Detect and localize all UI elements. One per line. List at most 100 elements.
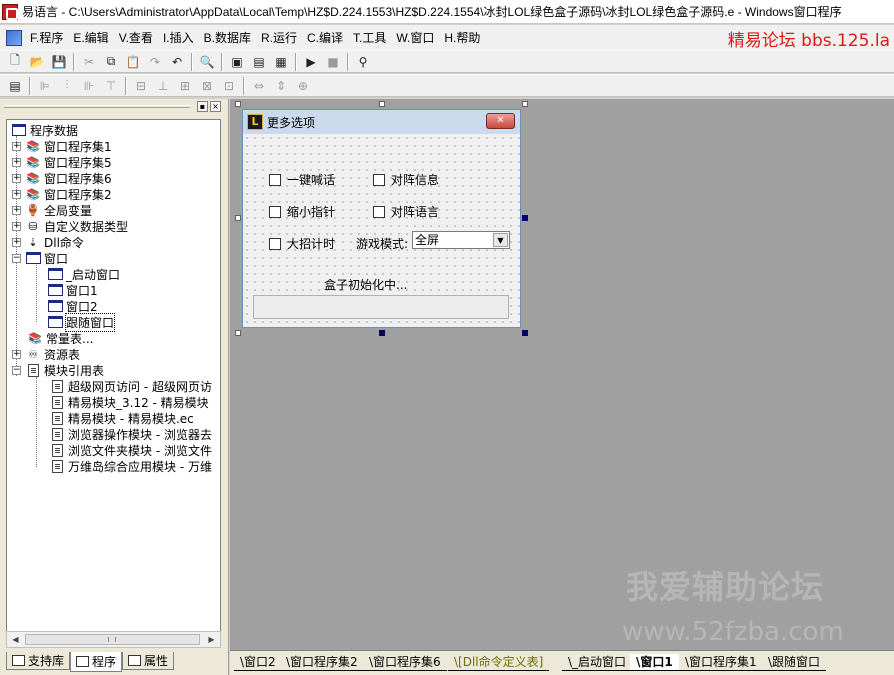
menu-database[interactable]: B.数据库 <box>200 29 257 46</box>
stop-icon[interactable]: ■ <box>322 52 344 72</box>
resize-handle[interactable] <box>235 101 241 107</box>
scroll-left-icon[interactable]: ◀ <box>8 633 23 646</box>
resize-handle[interactable] <box>522 330 528 336</box>
align-middle-icon[interactable]: ⊟ <box>130 76 152 96</box>
tab-support-library[interactable]: 支持库 <box>6 652 71 670</box>
scroll-thumb[interactable] <box>25 634 200 645</box>
tab-start-window[interactable]: _启动窗口 <box>562 654 633 671</box>
expand-icon[interactable]: + <box>12 349 21 359</box>
tree-item-module[interactable]: 精易模块_3.12 - 精易模块 <box>49 394 209 410</box>
tree-item-module[interactable]: 浏览文件夹模块 - 浏览文件 <box>49 442 212 458</box>
menu-compile[interactable]: C.编译 <box>303 29 349 46</box>
select-form-icon[interactable]: ▤ <box>4 76 26 96</box>
tree-item-assembly-2[interactable]: + 📚 窗口程序集2 <box>12 186 112 202</box>
game-mode-select[interactable]: 全屏 ▼ <box>412 231 510 249</box>
tree-item-constants[interactable]: 📚 常量表... <box>27 330 93 346</box>
same-height-icon[interactable]: ⊠ <box>196 76 218 96</box>
collapse-icon[interactable]: − <box>12 365 21 375</box>
tree-item-modules[interactable]: − 模块引用表 <box>12 362 104 378</box>
expand-icon[interactable]: + <box>12 205 21 215</box>
resize-handle[interactable] <box>235 215 241 221</box>
tree-item-start-window[interactable]: _启动窗口 <box>47 266 120 282</box>
align-bottom-icon[interactable]: ⊥ <box>152 76 174 96</box>
tree-item-dll[interactable]: + ⇣ Dll命令 <box>12 234 84 250</box>
layout-icon[interactable]: ▣ <box>226 52 248 72</box>
open-folder-icon[interactable]: 📂 <box>26 52 48 72</box>
tab-program[interactable]: 程序 <box>70 652 123 672</box>
checkbox-box[interactable] <box>269 173 281 186</box>
cut-icon[interactable]: ✂ <box>78 52 100 72</box>
same-size-icon[interactable]: ⊡ <box>218 76 240 96</box>
menu-insert[interactable]: I.插入 <box>159 29 200 46</box>
menu-run[interactable]: R.运行 <box>257 29 303 46</box>
checkbox-box[interactable] <box>269 205 281 218</box>
tree-item-module[interactable]: 精易模块 - 精易模块.ec <box>49 410 194 426</box>
align-left-icon[interactable]: ⊫ <box>34 76 56 96</box>
resize-handle[interactable] <box>379 101 385 107</box>
same-width-icon[interactable]: ⊞ <box>174 76 196 96</box>
tree-item-module[interactable]: 超级网页访问 - 超级网页访 <box>49 378 212 394</box>
tab-window-1[interactable]: 窗口1 <box>630 654 679 671</box>
panel-pin-icon[interactable]: ▪ <box>197 101 208 112</box>
align-right-icon[interactable]: ⊪ <box>78 76 100 96</box>
checkbox-shrink-pointer[interactable]: 缩小指针 <box>269 203 335 220</box>
tree-item-window-1[interactable]: 窗口1 <box>47 282 98 298</box>
tree-item-assembly-5[interactable]: + 📚 窗口程序集5 <box>12 154 112 170</box>
close-icon[interactable]: ✕ <box>486 113 515 129</box>
redo-icon[interactable]: ↷ <box>144 52 166 72</box>
panel-grip[interactable] <box>4 105 190 108</box>
binoculars-icon[interactable]: ⚲ <box>352 52 374 72</box>
tab-assembly-2[interactable]: 窗口程序集2 <box>280 654 364 671</box>
expand-icon[interactable]: + <box>12 157 21 167</box>
resize-handle[interactable] <box>522 101 528 107</box>
h-space-icon[interactable]: ⇔ <box>248 76 270 96</box>
tree-item-assembly-1[interactable]: + 📚 窗口程序集1 <box>12 138 112 154</box>
expand-icon[interactable]: + <box>12 237 21 247</box>
center-icon[interactable]: ⊕ <box>292 76 314 96</box>
tab-properties[interactable]: 属性 <box>122 652 175 670</box>
run-icon[interactable]: ▶ <box>300 52 322 72</box>
menu-window[interactable]: W.窗口 <box>392 29 440 46</box>
tree-item-custom-types[interactable]: + ⛁ 自定义数据类型 <box>12 218 128 234</box>
tree-item-module[interactable]: 浏览器操作模块 - 浏览器去 <box>49 426 212 442</box>
tab-dll-definitions[interactable]: [Dll命令定义表] <box>448 654 550 671</box>
tree-horizontal-scrollbar[interactable]: ◀ ▶ <box>6 631 221 648</box>
form-title-bar[interactable]: L 更多选项 ✕ <box>243 110 520 134</box>
tab-follow-window[interactable]: 跟随窗口 <box>762 654 827 671</box>
find-icon[interactable]: 🔍 <box>196 52 218 72</box>
tree-item-root[interactable]: 程序数据 <box>11 122 78 138</box>
paste-icon[interactable]: 📋 <box>122 52 144 72</box>
checkbox-box[interactable] <box>373 173 385 186</box>
resize-handle[interactable] <box>379 330 385 336</box>
align-center-icon[interactable]: ⫶ <box>56 76 78 96</box>
menu-program[interactable]: F.程序 <box>26 29 69 46</box>
menu-help[interactable]: H.帮助 <box>440 29 486 46</box>
checkbox-ult-timer[interactable]: 大招计时 <box>269 235 335 252</box>
checkbox-match-voice[interactable]: 对阵语言 <box>373 203 439 220</box>
tree-item-window-2[interactable]: 窗口2 <box>47 298 98 314</box>
tree-item-resources[interactable]: + ♾ 资源表 <box>12 346 80 362</box>
collapse-icon[interactable]: − <box>12 253 21 263</box>
checkbox-box[interactable] <box>269 237 281 250</box>
panel-close-icon[interactable]: × <box>210 101 221 112</box>
chevron-down-icon[interactable]: ▼ <box>493 233 508 247</box>
tree-item-windows[interactable]: − 窗口 <box>12 250 68 266</box>
resize-handle[interactable] <box>522 215 528 221</box>
tree-item-assembly-6[interactable]: + 📚 窗口程序集6 <box>12 170 112 186</box>
resize-handle[interactable] <box>235 330 241 336</box>
menu-edit[interactable]: E.编辑 <box>69 29 114 46</box>
new-file-icon[interactable]: 🗋 <box>4 52 26 72</box>
align-top-icon[interactable]: ⊤ <box>100 76 122 96</box>
v-space-icon[interactable]: ⇕ <box>270 76 292 96</box>
scroll-right-icon[interactable]: ▶ <box>204 633 219 646</box>
save-icon[interactable]: 💾 <box>48 52 70 72</box>
tree-item-global-vars[interactable]: + 🏺 全局变量 <box>12 202 92 218</box>
tree-item-follow-window[interactable]: 跟随窗口 <box>47 312 116 332</box>
expand-icon[interactable]: + <box>12 221 21 231</box>
layout-icon-2[interactable]: ▤ <box>248 52 270 72</box>
expand-icon[interactable]: + <box>12 189 21 199</box>
document-menu-icon[interactable] <box>6 29 22 46</box>
expand-icon[interactable]: + <box>12 173 21 183</box>
menu-tools[interactable]: T.工具 <box>349 29 392 46</box>
checkbox-match-info[interactable]: 对阵信息 <box>373 171 439 188</box>
